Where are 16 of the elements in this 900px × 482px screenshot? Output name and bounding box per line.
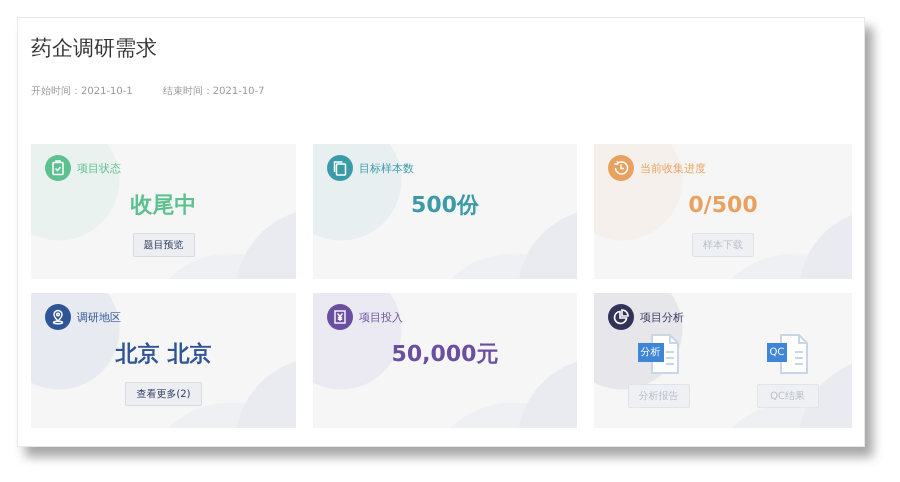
- card-value: 500份: [411, 192, 479, 220]
- card-button[interactable]: 题目预览: [132, 233, 194, 257]
- date-text: 结束时间：2021-10-7: [162, 84, 265, 98]
- card-button[interactable]: 查看更多(2): [125, 382, 202, 406]
- card-value: 50,000元: [392, 341, 498, 369]
- card-value: 北京 北京: [116, 341, 212, 369]
- page-title: 药企调研需求: [31, 35, 158, 62]
- card-title: 目标样本数: [359, 160, 414, 176]
- card-title: 项目投入: [359, 310, 403, 324]
- date-text: 开始时间：2021-10-1: [31, 84, 133, 98]
- card-value: 0/500: [688, 192, 758, 220]
- card-title: 项目分析: [640, 310, 684, 324]
- card-value: 收尾中: [130, 192, 196, 220]
- card-title: 调研地区: [77, 310, 121, 324]
- card-title: 项目状态: [77, 160, 121, 176]
- card-title: 当前收集进度: [640, 160, 706, 176]
